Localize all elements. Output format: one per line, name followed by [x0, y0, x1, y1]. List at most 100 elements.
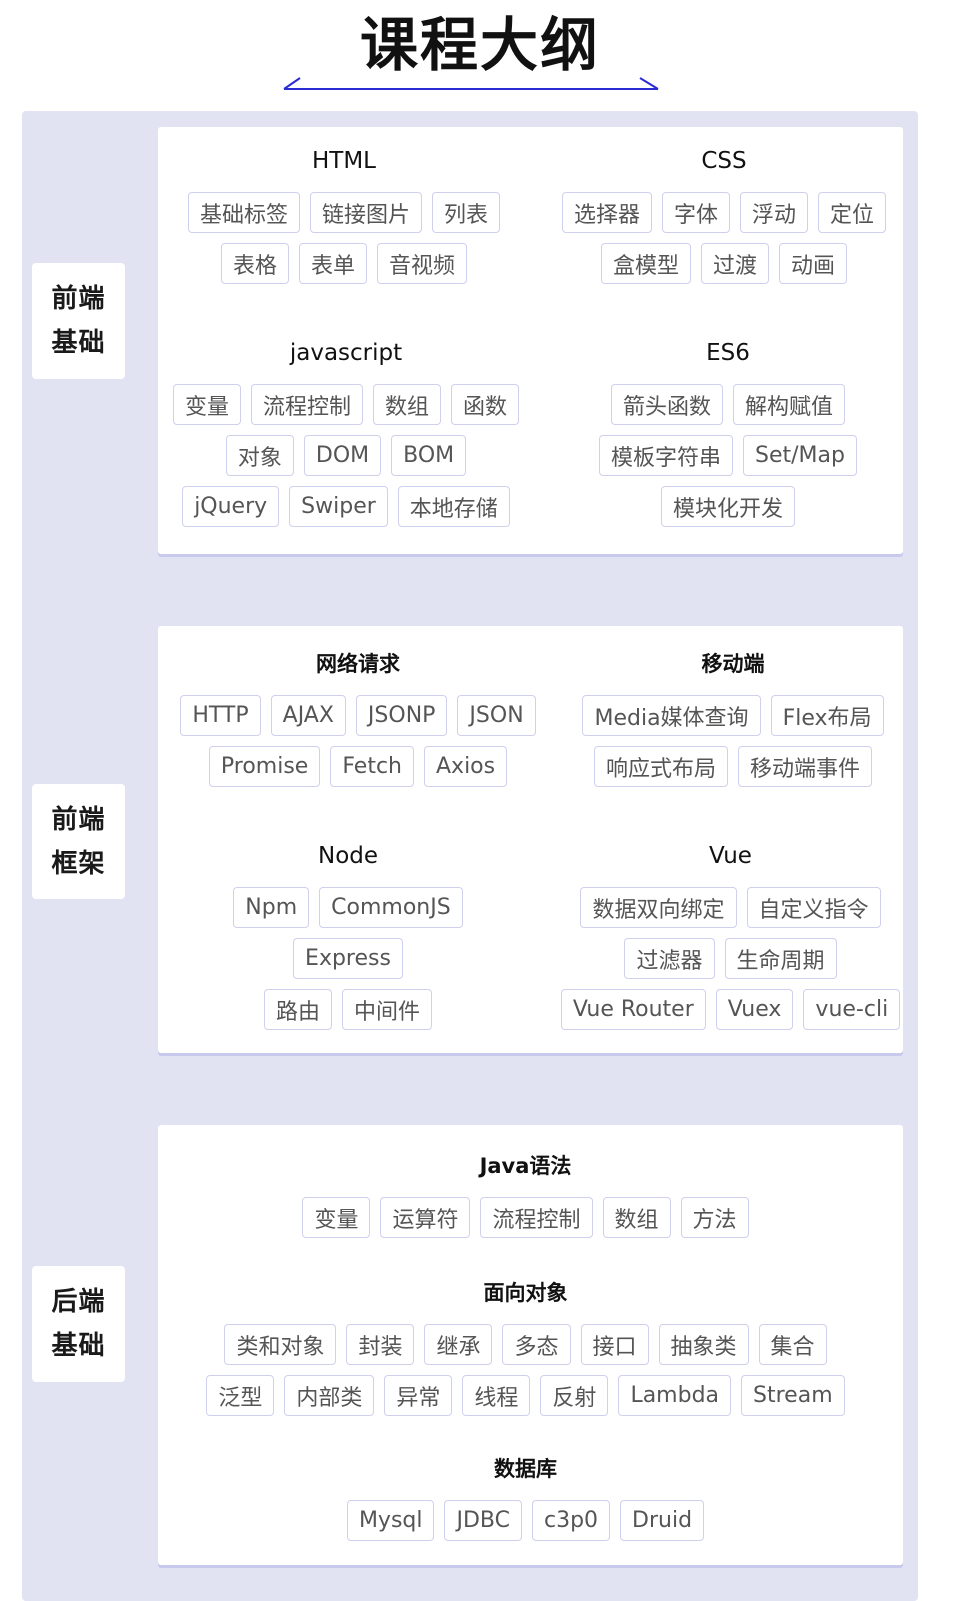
- topic-tag[interactable]: 解构赋值: [733, 384, 846, 425]
- topic-tag[interactable]: 字体: [661, 192, 730, 233]
- topic-tag[interactable]: 生命周期: [724, 938, 837, 979]
- topic-tag[interactable]: 运算符: [380, 1197, 471, 1238]
- group-title: 移动端: [701, 652, 765, 676]
- topic-tag[interactable]: CommonJS: [319, 887, 463, 928]
- topic-tag[interactable]: 类和对象: [224, 1324, 337, 1365]
- section-label-line2: 框架: [51, 848, 106, 879]
- topic-tag[interactable]: 路由: [263, 989, 332, 1030]
- tag-row: 路由 中间件: [158, 989, 538, 1030]
- topic-tag[interactable]: 列表: [432, 192, 501, 233]
- topic-tag[interactable]: JDBC: [444, 1500, 522, 1541]
- topic-tag[interactable]: 异常: [384, 1375, 453, 1416]
- topic-tag[interactable]: Druid: [620, 1500, 705, 1541]
- topic-tag[interactable]: 音视频: [377, 243, 468, 284]
- section-label-line2: 基础: [51, 1331, 106, 1361]
- topic-tag[interactable]: 数组: [373, 384, 442, 425]
- section-label-line2: 基础: [51, 328, 106, 358]
- section-label-frontend-basics: 前端 基础: [32, 263, 125, 379]
- topic-tag[interactable]: 本地存储: [397, 486, 510, 527]
- topic-tag[interactable]: 表单: [298, 243, 367, 284]
- topic-tag[interactable]: Fetch: [330, 746, 414, 787]
- topic-tag[interactable]: 箭头函数: [610, 384, 723, 425]
- topic-tag[interactable]: Stream: [741, 1375, 845, 1416]
- topic-tag[interactable]: 选择器: [561, 192, 652, 233]
- topic-tag[interactable]: 封装: [346, 1324, 415, 1365]
- topic-tag[interactable]: c3p0: [531, 1500, 611, 1541]
- group-html: HTML 基础标签 链接图片 列表表格 表单 音视频: [158, 145, 530, 284]
- topic-tag[interactable]: Vue Router: [560, 989, 706, 1030]
- topic-tag[interactable]: 自定义指令: [746, 887, 881, 928]
- section-label-line1: 后端: [51, 1287, 106, 1317]
- topic-tag[interactable]: 集合: [758, 1324, 827, 1365]
- topic-tag[interactable]: 流程控制: [480, 1197, 593, 1238]
- tag-row: 数据双向绑定 自定义指令: [558, 887, 903, 928]
- topic-tag[interactable]: HTTP: [180, 695, 261, 736]
- topic-tag[interactable]: 抽象类: [658, 1324, 749, 1365]
- topic-tag[interactable]: 中间件: [342, 989, 433, 1030]
- topic-tag[interactable]: 移动端事件: [738, 746, 873, 787]
- topic-tag[interactable]: Media媒体查询: [582, 695, 761, 736]
- topic-tag[interactable]: 接口: [580, 1324, 649, 1365]
- group-title: ES6: [706, 340, 750, 366]
- group-es6: ES6 箭头函数 解构赋值模板字符串 Set/Map 模块化开发: [538, 337, 918, 527]
- tag-row: jQuery Swiper 本地存储: [158, 486, 534, 527]
- section-label-frontend-frameworks: 前端 框架: [32, 784, 125, 899]
- tag-row: 变量 运算符 流程控制 数组 方法: [158, 1197, 893, 1238]
- topic-tag[interactable]: 表格: [220, 243, 289, 284]
- topic-tag[interactable]: Set/Map: [743, 435, 857, 476]
- topic-tag[interactable]: 函数: [451, 384, 520, 425]
- topic-tag[interactable]: Promise: [208, 746, 321, 787]
- section-label-line1: 前端: [51, 804, 106, 835]
- topic-tag[interactable]: AJAX: [270, 695, 346, 736]
- topic-tag[interactable]: 变量: [302, 1197, 371, 1238]
- topic-tag[interactable]: 浮动: [740, 192, 809, 233]
- topic-tag[interactable]: 模块化开发: [660, 486, 795, 527]
- topic-tag[interactable]: Npm: [233, 887, 310, 928]
- topic-tag[interactable]: 数组: [602, 1197, 671, 1238]
- topic-tag[interactable]: 响应式布局: [593, 746, 728, 787]
- topic-tag[interactable]: 链接图片: [309, 192, 422, 233]
- topic-tag[interactable]: vue-cli: [803, 989, 901, 1030]
- topic-tag[interactable]: 反射: [540, 1375, 609, 1416]
- topic-tag[interactable]: Swiper: [289, 486, 388, 527]
- topic-tag[interactable]: jQuery: [182, 486, 280, 527]
- topic-tag[interactable]: 流程控制: [250, 384, 363, 425]
- topic-tag[interactable]: 继承: [424, 1324, 493, 1365]
- group-java-syntax: Java语法变量 运算符 流程控制 数组 方法: [158, 1150, 893, 1238]
- section-label-line1: 前端: [51, 284, 106, 314]
- topic-tag[interactable]: 方法: [680, 1197, 749, 1238]
- topic-tag[interactable]: 泛型: [206, 1375, 275, 1416]
- topic-tag[interactable]: 模板字符串: [599, 435, 734, 476]
- topic-tag[interactable]: Flex布局: [770, 695, 884, 736]
- tag-row: 箭头函数 解构赋值: [538, 384, 918, 425]
- topic-tag[interactable]: Mysql: [346, 1500, 435, 1541]
- topic-tag[interactable]: 对象: [225, 435, 294, 476]
- topic-tag[interactable]: Lambda: [618, 1375, 732, 1416]
- topic-tag[interactable]: 多态: [502, 1324, 571, 1365]
- topic-tag[interactable]: 盒模型: [600, 243, 691, 284]
- group-mobile: 移动端 Media媒体查询 Flex布局响应式布局 移动端事件: [548, 648, 918, 787]
- topic-tag[interactable]: JSON: [457, 695, 536, 736]
- topic-tag[interactable]: 过滤器: [624, 938, 715, 979]
- group-vue: Vue 数据双向绑定 自定义指令 过滤器 生命周期 Vue Router Vuex vue-c…: [558, 840, 903, 1030]
- topic-tag[interactable]: JSONP: [355, 695, 448, 736]
- tag-row: Media媒体查询 Flex布局: [548, 695, 918, 736]
- group-title: Java语法: [479, 1154, 572, 1178]
- section-card-frontend-basics: HTML 基础标签 链接图片 列表 表格 表单 音视频 CSS 选择器 字体 浮动 定位 盒模型 过渡动…: [158, 127, 903, 554]
- topic-tag[interactable]: DOM: [303, 435, 382, 476]
- topic-tag[interactable]: Axios: [424, 746, 508, 787]
- topic-tag[interactable]: Express: [293, 938, 403, 979]
- topic-tag[interactable]: 基础标签: [187, 192, 300, 233]
- group-javascript: javascript 变量 流程控制 数组 函数 对象 DOM BOM jQuery Swiper…: [158, 337, 534, 527]
- topic-tag[interactable]: 定位: [818, 192, 887, 233]
- topic-tag[interactable]: Vuex: [715, 989, 794, 1030]
- topic-tag[interactable]: BOM: [391, 435, 467, 476]
- topic-tag[interactable]: 变量: [172, 384, 241, 425]
- topic-tag[interactable]: 内部类: [284, 1375, 375, 1416]
- topic-tag[interactable]: 数据双向绑定: [580, 887, 737, 928]
- topic-tag[interactable]: 过渡: [700, 243, 769, 284]
- topic-tag[interactable]: 动画: [779, 243, 848, 284]
- topic-tag[interactable]: 线程: [462, 1375, 531, 1416]
- group-title: HTML: [311, 148, 376, 174]
- title-underline-decoration: [283, 77, 659, 90]
